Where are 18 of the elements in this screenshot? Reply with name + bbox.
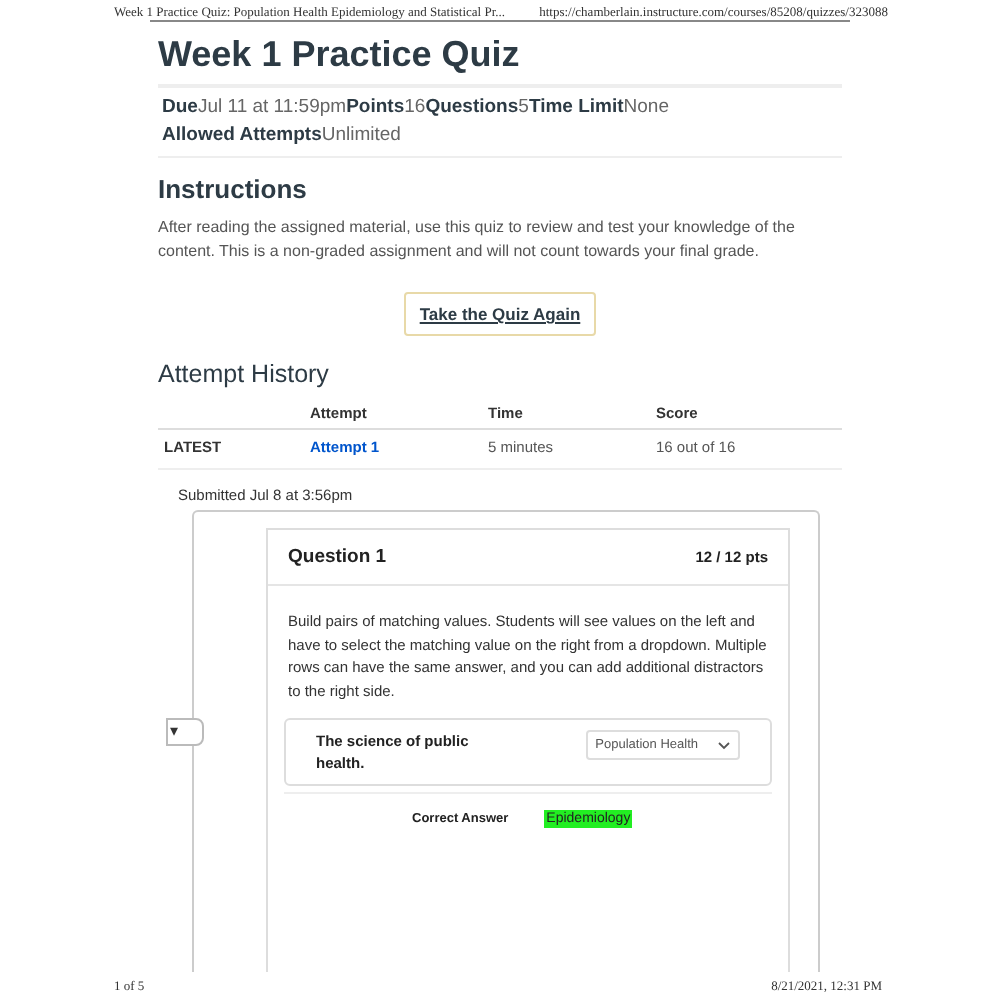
detail-value: 16 (404, 96, 426, 118)
retake-quiz-button[interactable]: Take the Quiz Again (403, 292, 597, 336)
question-title: Question 1 (288, 546, 387, 568)
chevron-down-icon (718, 741, 730, 749)
detail-label: Points (346, 96, 405, 118)
section-heading: Attempt History (158, 360, 331, 388)
section-heading: Instructions (158, 174, 309, 204)
detail-label: Due (162, 96, 198, 118)
collapse-tab[interactable]: ▾ (166, 718, 204, 746)
detail-value: None (623, 96, 669, 118)
detail-label: Questions (425, 96, 519, 118)
detail-value: Jul 11 at 11:59pm (197, 96, 347, 118)
instructions-text: After reading the assigned material, use this quiz to review and test your knowledge of the content. This is a non-graded assignment and will not count towards your final grade. (158, 216, 797, 264)
quiz-title: Week 1 Practice Quiz (158, 34, 522, 76)
detail-label: Allowed Attempts (162, 124, 322, 146)
detail-value: Unlimited (321, 124, 401, 146)
detail-label: Time Limit (528, 96, 624, 118)
detail-value: 5 (518, 96, 529, 118)
